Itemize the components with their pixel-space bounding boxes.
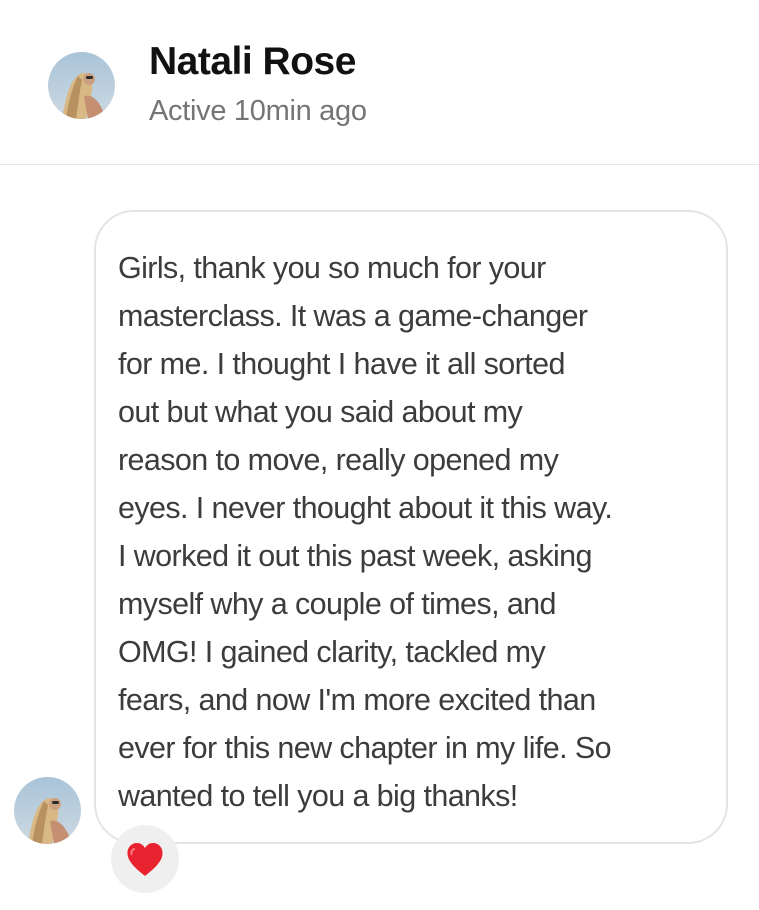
avatar-photo-icon [14, 777, 81, 844]
chat-screen: Natali Rose Active 10min ago Girls, than… [0, 0, 759, 910]
message-thread: Girls, thank you so much for your master… [0, 165, 759, 910]
contact-avatar[interactable] [48, 52, 115, 119]
contact-status: Active 10min ago [149, 95, 367, 127]
chat-header: Natali Rose Active 10min ago [0, 0, 759, 165]
avatar-photo-icon [48, 52, 115, 119]
message-bubble[interactable]: Girls, thank you so much for your master… [94, 210, 728, 844]
message-text: Girls, thank you so much for your master… [118, 251, 613, 813]
message-reaction[interactable] [111, 825, 179, 893]
heart-icon [127, 843, 163, 876]
contact-name: Natali Rose [149, 40, 356, 83]
sender-avatar[interactable] [14, 777, 81, 844]
